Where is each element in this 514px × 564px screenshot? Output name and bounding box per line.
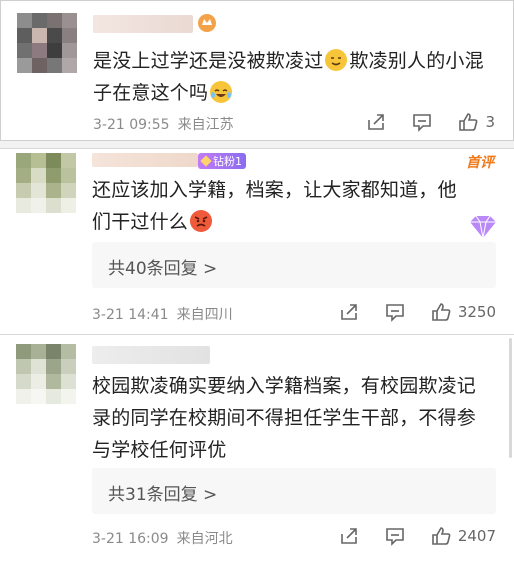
share-icon (341, 304, 357, 320)
like-button[interactable]: 2407 (430, 525, 496, 547)
replies-expander[interactable]: 共31条回复 > (92, 468, 496, 514)
username-redacted[interactable] (92, 346, 210, 364)
share-button[interactable] (338, 301, 360, 323)
emoji-laugh-cry (210, 81, 233, 103)
comment-text: 校园欺凌确实要纳入学籍档案，有校园欺凌记录的同学在校期间不得担任学生干部，不得参… (92, 375, 477, 461)
comment-card-3: 校园欺凌确实要纳入学籍档案，有校园欺凌记录的同学在校期间不得担任学生干部，不得参… (0, 338, 514, 564)
first-comment-label: 首评 (466, 155, 494, 171)
thumbs-up-icon (432, 303, 451, 321)
scrollbar[interactable] (509, 338, 512, 458)
like-count: 2407 (457, 527, 496, 545)
emoji-angry (190, 210, 213, 232)
comment-location: 来自四川 (176, 307, 233, 323)
username-redacted[interactable] (93, 15, 193, 33)
share-icon (341, 528, 357, 544)
comment-card-2: 钻粉1 首评 还应该加入学籍，档案，让大家都知道，他们干过什么 共40条回复 >… (0, 148, 514, 335)
comment-card-1: 是没上过学还是没被欺凌过 欺凌别人的小混子在意这个吗 3-21 09:55 来自江苏… (0, 0, 514, 141)
comment-location: 来自江苏 (177, 117, 234, 133)
comment-actions: 3 (365, 111, 495, 133)
comment-date: 3-21 14:41 (92, 307, 169, 323)
replies-count-link[interactable]: 共31条回复 > (108, 480, 217, 505)
reply-button[interactable] (411, 111, 433, 133)
like-count: 3250 (457, 303, 496, 321)
share-button[interactable] (338, 525, 360, 547)
reply-button[interactable] (384, 301, 406, 323)
badge-icon (200, 155, 212, 167)
share-button[interactable] (365, 111, 387, 133)
comment-actions: 2407 (338, 525, 496, 547)
crown-icon (197, 13, 217, 37)
thumbs-up-icon (459, 113, 478, 131)
like-count: 3 (485, 113, 495, 131)
divider (0, 141, 514, 148)
reply-button[interactable] (384, 525, 406, 547)
thumbs-up-icon (432, 527, 451, 545)
comment-meta: 3-21 09:55 来自江苏 (93, 114, 234, 134)
diamond-fan-badge[interactable]: 钻粉1 (198, 153, 246, 169)
username-redacted[interactable] (92, 153, 198, 167)
avatar[interactable] (16, 153, 76, 213)
like-button[interactable]: 3 (457, 111, 495, 133)
comment-actions: 3250 (338, 301, 496, 323)
reply-icon (386, 528, 404, 546)
comment-meta: 3-21 16:09 来自河北 (92, 528, 233, 548)
like-button[interactable]: 3250 (430, 301, 496, 323)
avatar[interactable] (16, 344, 76, 404)
avatar[interactable] (17, 13, 77, 73)
replies-count-link[interactable]: 共40条回复 > (108, 254, 217, 279)
reply-icon (413, 114, 432, 132)
comment-meta: 3-21 14:41 来自四川 (92, 304, 233, 324)
replies-expander[interactable]: 共40条回复 > (92, 242, 496, 288)
comment-date: 3-21 09:55 (93, 117, 170, 133)
diamond-fan-icon (466, 213, 500, 245)
emoji-smile (325, 49, 348, 71)
comment-text: 是没上过学还是没被欺凌过 欺凌别人的小混子在意这个吗 (93, 49, 484, 104)
badge-label: 钻粉1 (213, 155, 242, 168)
comment-location: 来自河北 (176, 531, 233, 547)
reply-icon (386, 304, 404, 322)
share-icon (368, 114, 385, 130)
comment-text: 还应该加入学籍，档案，让大家都知道，他们干过什么 (92, 179, 457, 233)
comment-date: 3-21 16:09 (92, 531, 169, 547)
